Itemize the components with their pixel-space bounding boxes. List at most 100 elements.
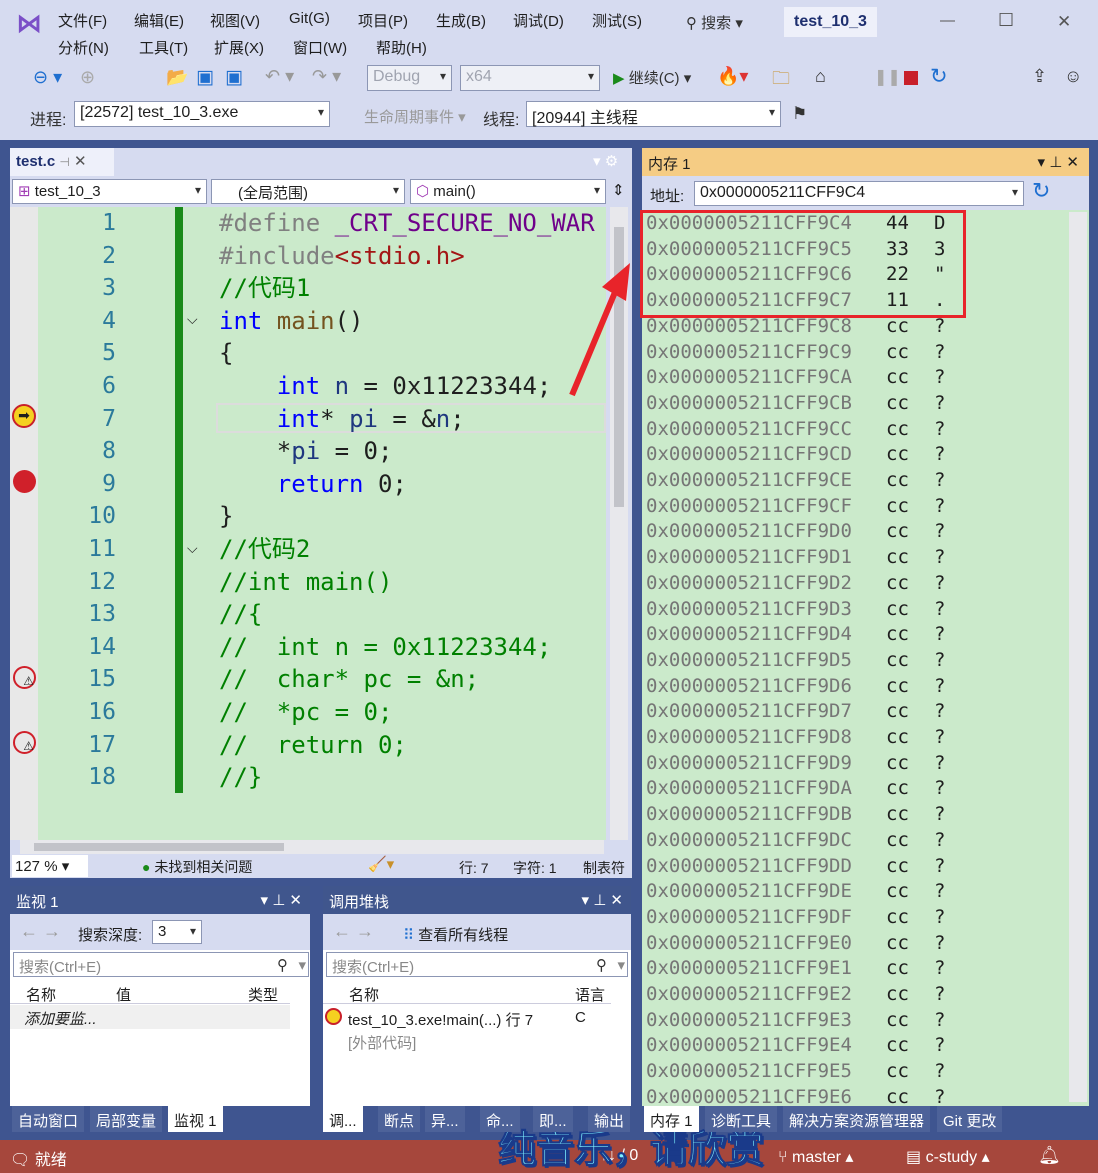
platform-dropdown[interactable]: x64 xyxy=(460,65,600,91)
code-line[interactable]: //} xyxy=(219,761,262,793)
code-line[interactable]: //代码2 xyxy=(219,533,310,565)
memory-row[interactable]: 0x0000005211CFF9DE cc? xyxy=(646,879,945,904)
memory-row[interactable]: 0x0000005211CFF9CB cc? xyxy=(646,391,945,416)
memory-row[interactable]: 0x0000005211CFF9CC cc? xyxy=(646,417,945,442)
memory-row[interactable]: 0x0000005211CFF9C7 11. xyxy=(646,288,945,313)
cleanup-icon[interactable]: 🧹▾ xyxy=(368,855,394,873)
close-button[interactable]: ✕ xyxy=(1057,12,1071,32)
menu-item[interactable]: 文件(F) xyxy=(58,10,107,31)
configuration-dropdown[interactable]: Debug xyxy=(367,65,452,91)
callstack-row[interactable]: test_10_3.exe!main(...) 行 7 C xyxy=(323,1006,611,1029)
step-icon[interactable]: ⌂ xyxy=(815,66,826,87)
bottom-tab[interactable]: 局部变量 xyxy=(90,1106,163,1132)
back-arrow-icon[interactable]: ← → xyxy=(20,921,61,942)
share-icon[interactable]: ⇪ xyxy=(1032,66,1047,87)
notifications-icon[interactable]: 🔔︎ xyxy=(1038,1145,1061,1166)
issues-status[interactable]: ● 未找到相关问题 xyxy=(142,857,252,877)
back-icon[interactable]: ⊖ ▾ xyxy=(33,67,62,88)
bottom-tab[interactable]: 内存 1 xyxy=(644,1106,699,1132)
back-arrow-icon[interactable]: ← → xyxy=(333,921,374,942)
callstack-row[interactable]: [外部代码] xyxy=(323,1029,611,1052)
bottom-tab[interactable]: 异... xyxy=(425,1106,465,1132)
forward-icon[interactable]: ⊕ xyxy=(80,67,95,88)
panel-controls[interactable]: ▾ ⊥ ✕ xyxy=(1038,153,1080,171)
code-line[interactable]: int n = 0x11223344; xyxy=(219,370,552,402)
memory-row[interactable]: 0x0000005211CFF9DB cc? xyxy=(646,802,945,827)
pause-icon[interactable]: ❚❚ xyxy=(874,67,901,87)
memory-row[interactable]: 0x0000005211CFF9E0 cc? xyxy=(646,931,945,956)
code-line[interactable]: } xyxy=(219,500,233,532)
menu-item[interactable]: Git(G) xyxy=(289,10,330,27)
memory-row[interactable]: 0x0000005211CFF9DC cc? xyxy=(646,828,945,853)
collapse-icon[interactable]: ⌵ xyxy=(187,540,198,557)
memory-row[interactable]: 0x0000005211CFF9CF cc? xyxy=(646,494,945,519)
bottom-tab[interactable]: 命... xyxy=(480,1106,520,1132)
memory-row[interactable]: 0x0000005211CFF9D7 cc? xyxy=(646,699,945,724)
code-line[interactable]: // return 0; xyxy=(219,729,407,761)
code-line[interactable]: { xyxy=(219,337,233,369)
bottom-tab[interactable]: 自动窗口 xyxy=(12,1106,85,1132)
collapse-icon[interactable]: ⌵ xyxy=(187,311,198,328)
menu-item[interactable]: 分析(N) xyxy=(58,37,109,58)
col-value[interactable]: 值 xyxy=(116,984,131,1005)
menu-item[interactable]: 扩展(X) xyxy=(214,37,264,58)
bottom-tab[interactable]: 调... xyxy=(323,1106,363,1132)
settings-icon[interactable]: ▾ ⚙ xyxy=(593,152,618,170)
col-name[interactable]: 名称 xyxy=(26,984,56,1005)
menu-item[interactable]: 项目(P) xyxy=(358,10,408,31)
maximize-button[interactable]: ☐ xyxy=(998,10,1014,31)
bottom-tab[interactable]: 即... xyxy=(533,1106,573,1132)
close-tab-icon[interactable]: ✕ xyxy=(74,153,87,170)
open-folder-icon[interactable]: 📂 xyxy=(166,67,188,88)
warning-breakpoint-icon[interactable]: ⚠ xyxy=(13,731,36,754)
memory-row[interactable]: 0x0000005211CFF9E3 cc? xyxy=(646,1008,945,1033)
memory-scrollbar[interactable] xyxy=(1069,212,1087,1102)
memory-row[interactable]: 0x0000005211CFF9E5 cc? xyxy=(646,1059,945,1084)
restart-icon[interactable]: ↻ xyxy=(930,64,948,89)
memory-row[interactable]: 0x0000005211CFF9D0 cc? xyxy=(646,519,945,544)
menu-item[interactable]: 调试(D) xyxy=(513,10,564,31)
memory-row[interactable]: 0x0000005211CFF9CA cc? xyxy=(646,365,945,390)
stop-icon[interactable] xyxy=(904,71,918,85)
memory-row[interactable]: 0x0000005211CFF9D2 cc? xyxy=(646,571,945,596)
hot-reload-icon[interactable]: 🔥▾ xyxy=(717,66,748,87)
memory-row[interactable]: 0x0000005211CFF9CD cc? xyxy=(646,442,945,467)
search-button[interactable]: ⚲ 搜索 ▾ xyxy=(686,12,743,33)
tab-test-c[interactable]: test.c ⊣ ✕ xyxy=(10,148,114,176)
bottom-tab[interactable]: 输出 xyxy=(588,1106,631,1132)
warning-breakpoint-icon[interactable]: ⚠ xyxy=(13,666,36,689)
minimize-button[interactable]: — xyxy=(940,12,955,29)
lifecycle-events-button[interactable]: 生命周期事件 ▾ xyxy=(342,106,466,127)
memory-row[interactable]: 0x0000005211CFF9E4 cc? xyxy=(646,1033,945,1058)
panel-controls[interactable]: ▾ ⊥ ✕ xyxy=(261,891,303,909)
menu-item[interactable]: 生成(B) xyxy=(436,10,486,31)
code-line[interactable]: // char* pc = &n; xyxy=(219,663,479,695)
project-dropdown[interactable]: ⊞ test_10_3 xyxy=(12,179,207,204)
thread-dropdown[interactable]: [20944] 主线程 xyxy=(526,101,781,127)
memory-row[interactable]: 0x0000005211CFF9D1 cc? xyxy=(646,545,945,570)
memory-row[interactable]: 0x0000005211CFF9D5 cc? xyxy=(646,648,945,673)
panel-controls[interactable]: ▾ ⊥ ✕ xyxy=(582,891,624,909)
col-language[interactable]: 语言 xyxy=(575,984,605,1005)
repo-button[interactable]: ▤ c-study ▴ xyxy=(906,1147,990,1167)
memory-row[interactable]: 0x0000005211CFF9D4 cc? xyxy=(646,622,945,647)
memory-row[interactable]: 0x0000005211CFF9C6 22 " xyxy=(646,262,945,287)
save-icon[interactable]: ▣ xyxy=(196,66,214,89)
refresh-icon[interactable]: ↻ xyxy=(1032,178,1050,204)
memory-row[interactable]: 0x0000005211CFF9C5 33 3 xyxy=(646,237,945,262)
memory-row[interactable]: 0x0000005211CFF9D8 cc? xyxy=(646,725,945,750)
callstack-search-input[interactable]: 搜索(Ctrl+E) ⚲ ▾ xyxy=(326,952,628,977)
bottom-tab[interactable]: 监视 1 xyxy=(168,1106,223,1132)
code-line[interactable]: //代码1 xyxy=(219,272,310,304)
memory-row[interactable]: 0x0000005211CFF9D9 cc? xyxy=(646,751,945,776)
save-all-icon[interactable]: ▣ xyxy=(225,66,243,89)
memory-row[interactable]: 0x0000005211CFF9C8 cc? xyxy=(646,314,945,339)
undo-icon[interactable]: ↶ ▾ xyxy=(265,66,294,87)
code-line[interactable]: int* pi = &n; xyxy=(219,403,465,435)
scope-dropdown[interactable]: (全局范围) xyxy=(211,179,405,204)
flag-icon[interactable]: ⚑ xyxy=(792,104,807,124)
code-line[interactable]: return 0; xyxy=(219,468,407,500)
code-line[interactable]: #define _CRT_SECURE_NO_WAR xyxy=(219,207,595,239)
bottom-tab[interactable]: 断点 xyxy=(378,1106,421,1132)
menu-item[interactable]: 编辑(E) xyxy=(134,10,184,31)
